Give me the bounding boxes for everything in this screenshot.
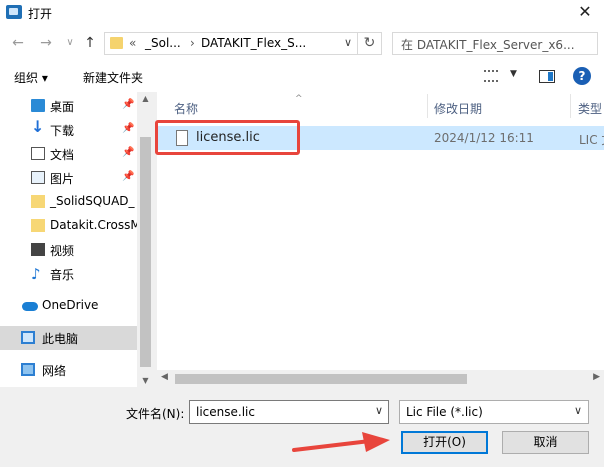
scroll-left-icon[interactable]: ◀: [161, 372, 168, 382]
sidebar-item-label: OneDrive: [42, 298, 99, 312]
sort-ascending-icon: ^: [295, 94, 303, 104]
sidebar-item-music[interactable]: ♪ 音乐: [0, 262, 137, 286]
computer-icon: [21, 331, 35, 344]
breadcrumb-separator[interactable]: ›: [190, 36, 195, 50]
pin-icon: 📌: [122, 99, 135, 110]
organize-button[interactable]: 组织 ▾: [14, 69, 48, 86]
sidebar-item-label: 此电脑: [42, 332, 79, 346]
scroll-down-icon[interactable]: ▼: [137, 376, 154, 385]
search-input[interactable]: 在 DATAKIT_Flex_Server_x6...: [392, 32, 598, 55]
sidebar-item-label: 视频: [50, 244, 75, 258]
network-icon: [21, 363, 35, 376]
view-options-icon[interactable]: [484, 70, 498, 82]
filename-label: 文件名(N):: [126, 407, 185, 421]
search-placeholder: 在 DATAKIT_Flex_Server_x6...: [401, 38, 575, 52]
close-button[interactable]: ✕: [566, 0, 604, 26]
pictures-icon: [31, 171, 45, 184]
music-icon: ♪: [31, 265, 41, 283]
sidebar-item-label: 音乐: [50, 268, 75, 282]
folder-icon: [110, 37, 123, 49]
address-history-chevron-icon[interactable]: ∨: [344, 36, 352, 49]
red-arrow-annotation-icon: [292, 432, 390, 452]
video-icon: [31, 243, 45, 256]
sidebar-item-network[interactable]: 网络: [0, 358, 137, 382]
highlight-annotation-box: [155, 120, 300, 155]
navigation-pane: 桌面 📌 ↓ 下载 📌 文档 📌 图片 📌 _SolidSQUAD_ Datak…: [0, 92, 137, 387]
navigation-bar: ← → ∨ ↑ « _Sol... › DATAKIT_Flex_S... ∨ …: [0, 26, 604, 60]
filename-input[interactable]: license.lic ∨: [189, 400, 389, 424]
file-modified-date: 2024/1/12 16:11: [434, 131, 534, 145]
sidebar-scrollbar[interactable]: ▲ ▼: [137, 92, 154, 387]
scrollbar-thumb[interactable]: [140, 137, 151, 367]
sidebar-item-downloads[interactable]: ↓ 下载 📌: [0, 118, 137, 142]
onedrive-icon: [22, 302, 38, 311]
sidebar-item-this-pc[interactable]: 此电脑: [0, 326, 137, 350]
sidebar-item-label: 图片: [50, 172, 75, 186]
sidebar-item-label: 桌面: [50, 100, 75, 114]
chevron-down-icon[interactable]: ∨: [375, 404, 383, 417]
preview-pane-icon[interactable]: [539, 70, 555, 83]
help-icon[interactable]: ?: [573, 67, 591, 85]
scroll-up-icon[interactable]: ▲: [137, 94, 154, 103]
back-arrow-icon[interactable]: ←: [10, 34, 26, 52]
column-header-type[interactable]: 类型: [578, 92, 602, 118]
cancel-button[interactable]: 取消: [502, 431, 589, 454]
sidebar-item-label: 下载: [50, 124, 75, 138]
desktop-icon: [31, 99, 45, 112]
column-header-name[interactable]: 名称: [174, 92, 198, 118]
column-divider[interactable]: [427, 94, 428, 118]
chevron-down-icon: ∨: [573, 404, 582, 417]
filename-value: license.lic: [196, 405, 255, 419]
sidebar-item-onedrive[interactable]: OneDrive: [0, 294, 137, 318]
address-overflow[interactable]: «: [129, 36, 136, 50]
filetype-value: Lic File (*.lic): [406, 405, 483, 419]
sidebar-item-label: 网络: [42, 364, 67, 378]
file-type: LIC 文: [579, 133, 604, 147]
sidebar-item-label: _SolidSQUAD_: [50, 194, 135, 208]
view-options-chevron-icon[interactable]: ▼: [510, 69, 517, 79]
breadcrumb-item[interactable]: DATAKIT_Flex_S...: [201, 36, 306, 50]
sidebar-item-videos[interactable]: 视频: [0, 238, 137, 262]
refresh-icon[interactable]: ↻: [358, 32, 382, 55]
sidebar-item-solidsquad[interactable]: _SolidSQUAD_: [0, 190, 137, 214]
column-header-modified[interactable]: 修改日期: [434, 92, 482, 118]
address-bar[interactable]: « _Sol... › DATAKIT_Flex_S... ∨: [104, 32, 358, 55]
document-icon: [31, 147, 45, 160]
open-button[interactable]: 打开(O): [401, 431, 488, 454]
title-bar: 打开 ✕: [0, 0, 604, 26]
pin-icon: 📌: [122, 147, 135, 158]
scroll-right-icon[interactable]: ▶: [593, 372, 600, 382]
filetype-select[interactable]: Lic File (*.lic) ∨: [399, 400, 589, 424]
pin-icon: 📌: [122, 123, 135, 134]
column-divider[interactable]: [570, 94, 571, 118]
sidebar-item-datakit[interactable]: Datakit.CrossM: [0, 214, 137, 238]
command-toolbar: 组织 ▾ 新建文件夹 ▼ ?: [0, 60, 604, 92]
breadcrumb-item[interactable]: _Sol...: [145, 36, 181, 50]
pin-icon: 📌: [122, 171, 135, 182]
sidebar-item-label: 文档: [50, 148, 75, 162]
forward-arrow-icon[interactable]: →: [38, 34, 54, 52]
sidebar-item-pictures[interactable]: 图片 📌: [0, 166, 137, 190]
folder-icon: [31, 195, 45, 208]
new-folder-button[interactable]: 新建文件夹: [83, 69, 143, 86]
horizontal-scrollbar[interactable]: ◀ ▶: [157, 370, 604, 387]
app-icon: [6, 5, 22, 19]
sidebar-item-label: Datakit.CrossM: [50, 218, 137, 232]
download-icon: ↓: [31, 117, 45, 136]
scrollbar-thumb[interactable]: [175, 374, 467, 384]
sidebar-item-desktop[interactable]: 桌面 📌: [0, 94, 137, 118]
window-title: 打开: [28, 7, 53, 21]
folder-icon: [31, 219, 45, 232]
up-arrow-icon[interactable]: ↑: [82, 34, 98, 52]
recent-locations-chevron-icon[interactable]: ∨: [62, 34, 78, 52]
sidebar-item-documents[interactable]: 文档 📌: [0, 142, 137, 166]
